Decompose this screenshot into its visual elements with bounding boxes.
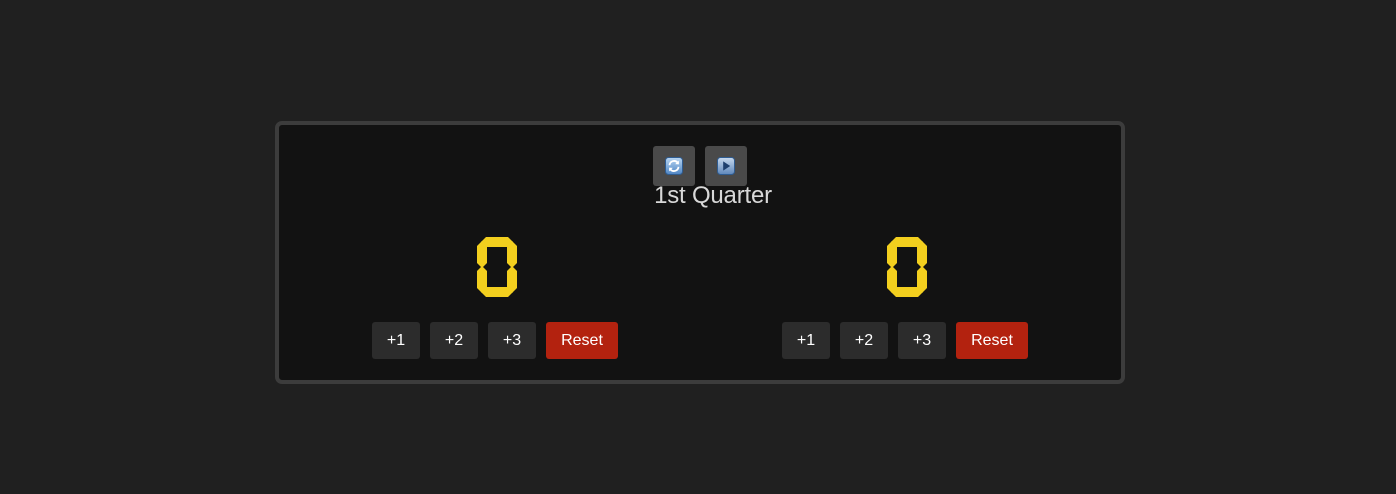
team2-button-row: +1 +2 +3 Reset xyxy=(782,322,1032,359)
digit-segment-bottom xyxy=(481,287,513,297)
team2-plus2-button[interactable]: +2 xyxy=(840,322,888,359)
team1-plus2-button[interactable]: +2 xyxy=(430,322,478,359)
digit-segment-upper-right xyxy=(917,241,927,268)
team2-score-display: 0 xyxy=(887,237,927,297)
team2-reset-button[interactable]: Reset xyxy=(956,322,1028,359)
play-icon xyxy=(717,157,735,175)
digit-segment-upper-left xyxy=(477,241,487,268)
team1-button-row: +1 +2 +3 Reset xyxy=(372,322,622,359)
digit-segment-bottom xyxy=(891,287,923,297)
play-button[interactable] xyxy=(705,146,747,186)
quarter-text: 1st Quarter xyxy=(654,182,772,209)
scoreboard: 1st Quarter 0 0 +1 +2 +3 Reset +1 +2 +3 … xyxy=(275,121,1125,384)
refresh-button[interactable] xyxy=(653,146,695,186)
quarter-label: 1st Quarter xyxy=(279,182,1121,210)
team1-reset-button[interactable]: Reset xyxy=(546,322,618,359)
team1-score-display: 0 xyxy=(477,237,517,297)
digit-segment-upper-right xyxy=(507,241,517,268)
digit-segment-upper-left xyxy=(887,241,897,268)
team2-plus1-button[interactable]: +1 xyxy=(782,322,830,359)
team1-plus3-button[interactable]: +3 xyxy=(488,322,536,359)
refresh-icon xyxy=(665,157,683,175)
team2-plus3-button[interactable]: +3 xyxy=(898,322,946,359)
team1-plus1-button[interactable]: +1 xyxy=(372,322,420,359)
